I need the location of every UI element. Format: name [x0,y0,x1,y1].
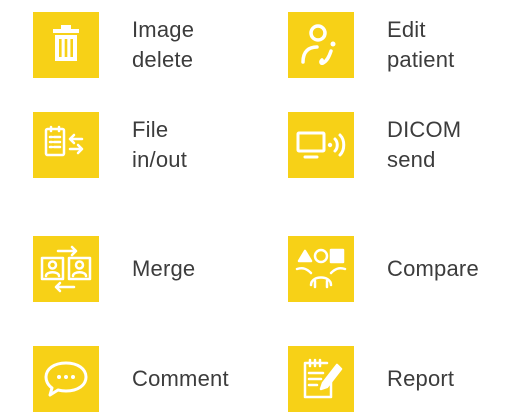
merge-button[interactable]: Merge [33,236,195,302]
file-transfer-icon [33,112,99,178]
compare-button[interactable]: Compare [288,236,479,302]
comment-button[interactable]: Comment [33,346,229,412]
compare-label: Compare [387,254,479,284]
label-line: Compare [387,256,479,281]
label-line: Image [132,17,195,42]
dicom-send-label: DICOM send [387,115,461,175]
report-icon [288,346,354,412]
label-line: in/out [132,147,188,172]
label-line: patient [387,47,455,72]
merge-icon [33,236,99,302]
edit-patient-label: Edit patient [387,15,454,75]
report-button[interactable]: Report [288,346,454,412]
label-line: Edit [387,17,426,42]
label-line: Report [387,366,455,391]
monitor-send-icon [288,112,354,178]
image-delete-button[interactable]: Image delete [33,12,194,78]
label-line: DICOM [387,117,462,142]
trash-icon [33,12,99,78]
patient-edit-icon [288,12,354,78]
label-line: Comment [132,366,229,391]
file-inout-button[interactable]: File in/out [33,112,187,178]
label-line: delete [132,47,194,72]
edit-patient-button[interactable]: Edit patient [288,12,454,78]
label-line: File [132,117,169,142]
label-line: send [387,147,436,172]
report-label: Report [387,364,454,394]
merge-label: Merge [132,254,195,284]
label-line: Merge [132,256,196,281]
comment-label: Comment [132,364,229,394]
compare-icon [288,236,354,302]
comment-icon [33,346,99,412]
file-inout-label: File in/out [132,115,187,175]
dicom-send-button[interactable]: DICOM send [288,112,461,178]
image-delete-label: Image delete [132,15,194,75]
